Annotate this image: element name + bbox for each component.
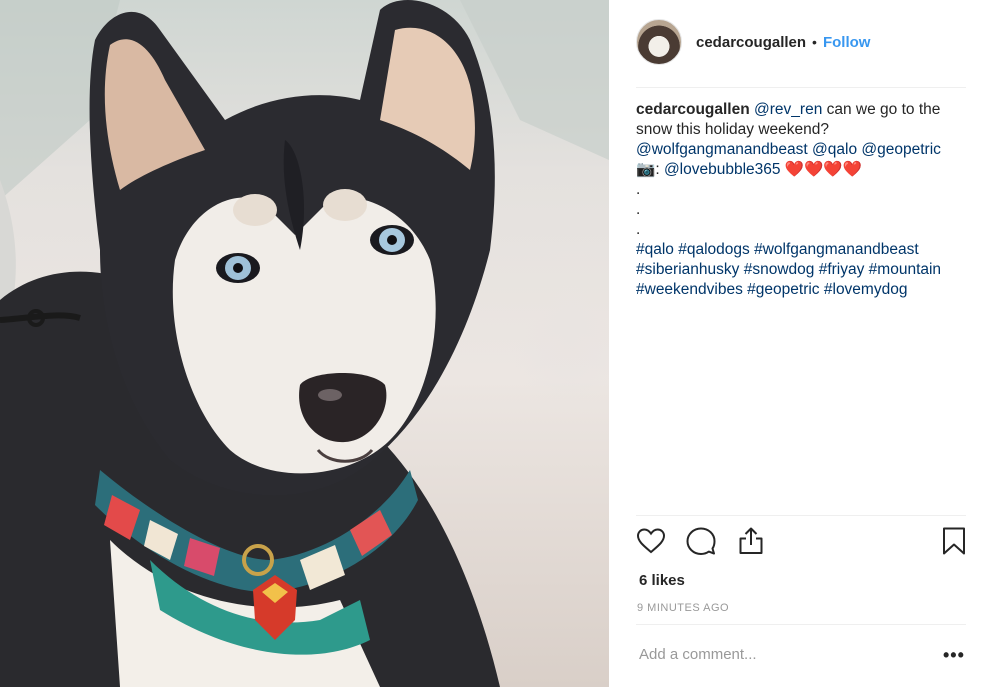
post-username[interactable]: cedarcougallen xyxy=(696,34,806,51)
caption-text-1: can we go to the xyxy=(822,101,941,118)
like-heart-icon[interactable] xyxy=(636,526,666,556)
post-photo[interactable] xyxy=(0,0,609,687)
camera-emoji: 📷 xyxy=(636,161,656,178)
follow-button[interactable]: Follow xyxy=(823,34,871,51)
actions-divider xyxy=(636,515,966,516)
caption-dot-2: . xyxy=(636,201,641,218)
comment-divider xyxy=(636,624,966,625)
hashtag[interactable]: #siberianhusky xyxy=(636,261,739,278)
mention-geopetric[interactable]: @geopetric xyxy=(861,141,941,158)
hashtag[interactable]: #snowdog xyxy=(744,261,815,278)
caption-dot-3: . xyxy=(636,221,641,238)
mention-qalo[interactable]: @qalo xyxy=(812,141,857,158)
caption-dot-1: . xyxy=(636,181,641,198)
mention-lovebubble[interactable]: @lovebubble365 xyxy=(664,161,781,178)
hashtag[interactable]: #qalodogs xyxy=(678,241,750,258)
hashtag[interactable]: #lovemydog xyxy=(824,281,908,298)
post-header: cedarcougallen • Follow xyxy=(636,18,966,66)
caption-colon: : xyxy=(655,161,660,178)
separator-dot: • xyxy=(812,34,817,50)
hashtag[interactable]: #geopetric xyxy=(747,281,819,298)
profile-avatar[interactable] xyxy=(636,19,682,65)
husky-illustration xyxy=(0,0,609,687)
like-count[interactable]: 6 likes xyxy=(639,572,685,589)
caption-text-2: snow this holiday weekend? xyxy=(636,121,830,138)
header-divider xyxy=(636,87,966,88)
heart-emojis: ❤️❤️❤️❤️ xyxy=(784,161,863,178)
mention-rev-ren[interactable]: @rev_ren xyxy=(754,101,822,118)
more-options-icon[interactable]: ••• xyxy=(943,646,965,664)
mention-wolfgang[interactable]: @wolfgangmanandbeast xyxy=(636,141,808,158)
hashtag[interactable]: #friyay xyxy=(819,261,865,278)
post-timestamp[interactable]: 9 MINUTES AGO xyxy=(637,602,729,614)
hashtag[interactable]: #weekendvibes xyxy=(636,281,743,298)
add-comment-input[interactable]: Add a comment... xyxy=(639,646,757,663)
hashtag[interactable]: #mountain xyxy=(869,261,941,278)
hashtag[interactable]: #wolfgangmanandbeast xyxy=(754,241,919,258)
share-icon[interactable] xyxy=(736,526,766,556)
comment-bubble-icon[interactable] xyxy=(686,526,716,556)
caption-username[interactable]: cedarcougallen xyxy=(636,101,750,118)
post-caption: cedarcougallen @rev_ren can we go to the… xyxy=(636,100,971,300)
hashtag[interactable]: #qalo xyxy=(636,241,674,258)
post-details-panel: cedarcougallen • Follow cedarcougallen @… xyxy=(609,0,992,687)
post-actions xyxy=(636,526,966,562)
save-bookmark-icon[interactable] xyxy=(940,526,968,556)
